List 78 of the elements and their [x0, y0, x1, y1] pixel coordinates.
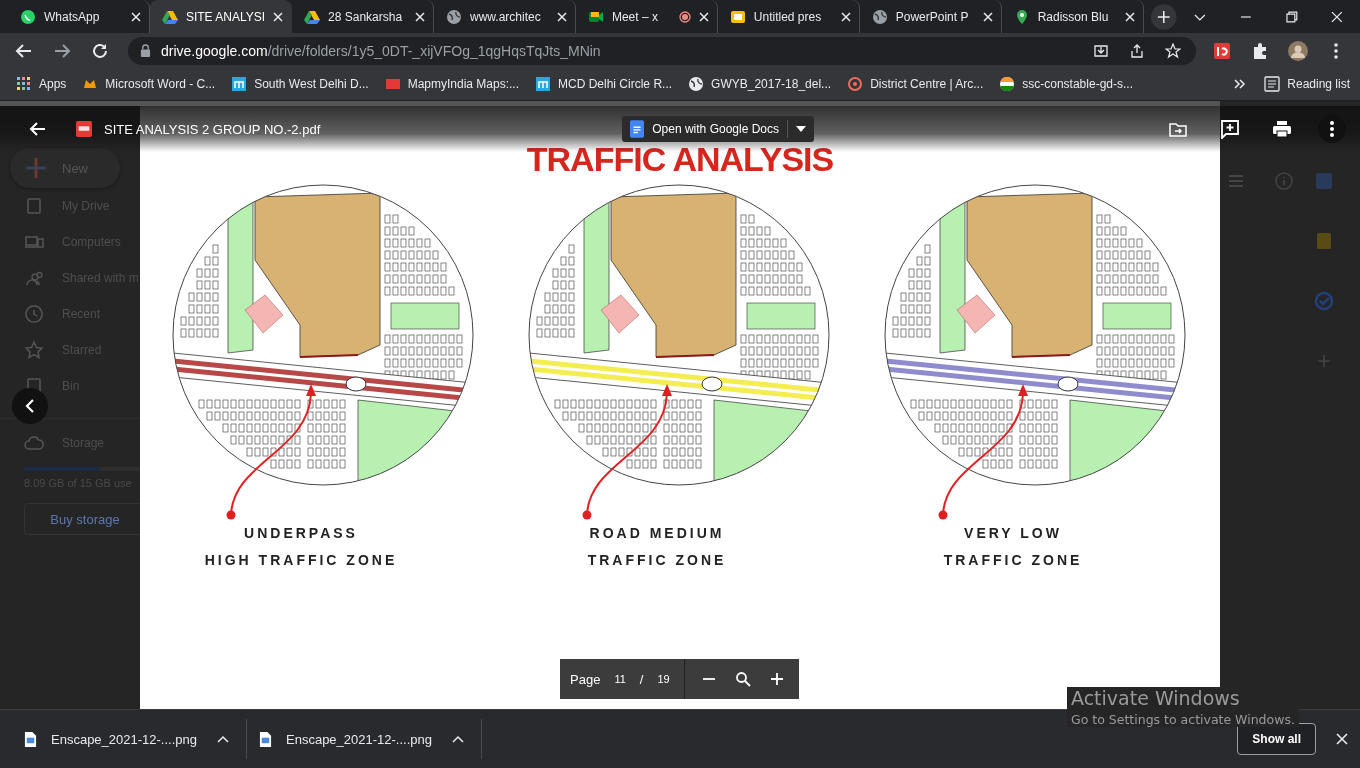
close-tab-icon[interactable] — [415, 11, 425, 22]
avatar-icon[interactable] — [1288, 40, 1308, 61]
file-icon — [259, 730, 272, 748]
file-name: SITE ANALYSIS 2 GROUP NO.-2.pdf — [104, 121, 321, 137]
map-label: ROAD MEDIUM — [589, 525, 725, 541]
apps-grid-icon — [16, 76, 32, 92]
page-total: 19 — [657, 673, 670, 685]
document-icon — [630, 120, 645, 138]
zoom-in-icon[interactable] — [768, 671, 785, 687]
bookmark[interactable]: MapmyIndia Maps:... — [384, 76, 520, 92]
pdf-file-icon — [76, 121, 92, 137]
bookmark[interactable]: Apps — [16, 76, 67, 92]
close-icon[interactable] — [1336, 733, 1348, 745]
map-label: HIGH TRAFFIC ZONE — [204, 552, 398, 568]
page-label: Page — [570, 671, 601, 687]
activation-title: Activate Windows — [1071, 687, 1241, 709]
lock-icon — [140, 44, 151, 57]
restore-icon[interactable] — [1283, 8, 1300, 25]
slide-title: TRAFFIC ANALYSIS — [526, 142, 834, 176]
bookmark[interactable]: ssc-constable-gd-s... — [999, 76, 1133, 92]
address-bar[interactable]: drive.google.com/drive/folders/1y5_0DT-_xijVFOg_1qgHqsTqJts_MNin — [128, 36, 1196, 65]
bookmark[interactable]: District Centre | Arc... — [847, 76, 984, 92]
caret-icon — [796, 126, 806, 132]
new-tab-icon[interactable] — [1149, 2, 1178, 31]
open-with-button[interactable]: Open with Google Docs — [622, 116, 814, 142]
chevron-up-icon[interactable] — [452, 735, 464, 743]
globe-icon — [688, 76, 705, 92]
bookmark[interactable]: MCD Delhi Circle R... — [535, 76, 673, 92]
map-label: VERY LOW — [964, 525, 1062, 541]
triangle-icon — [304, 8, 321, 25]
show-all-button[interactable]: Show all — [1237, 723, 1316, 755]
close-tab-icon[interactable] — [840, 11, 851, 22]
magnifier-icon[interactable] — [734, 671, 751, 687]
map-label: TRAFFIC ZONE — [943, 552, 1083, 568]
slides-icon — [729, 8, 746, 25]
star-icon — [24, 340, 44, 360]
page-number-field[interactable]: 11 — [614, 673, 626, 685]
bookmark[interactable]: Microsoft Word - C... — [82, 76, 216, 92]
reading-list-button[interactable]: Reading list — [1264, 76, 1350, 92]
recording-icon — [678, 10, 691, 23]
close-tab-icon[interactable] — [556, 11, 567, 22]
globe-icon — [446, 8, 462, 25]
close-tab-icon[interactable] — [273, 11, 284, 22]
browser-tab[interactable]: SITE ANALYSI — [149, 0, 293, 33]
star-icon[interactable] — [1165, 42, 1181, 59]
target-icon — [847, 76, 864, 92]
print-icon[interactable] — [1272, 119, 1292, 139]
add-comment-icon[interactable] — [1220, 119, 1240, 139]
plus-icon — [24, 156, 48, 180]
recent-icon — [24, 304, 44, 324]
globe-icon — [871, 8, 888, 25]
map-label: UNDERPASS — [244, 525, 358, 541]
close-tab-icon[interactable] — [698, 11, 709, 22]
download-item[interactable]: Enscape_2021-12-....png — [247, 730, 481, 748]
bookmark[interactable]: South West Delhi D... — [231, 76, 369, 92]
page-separator: / — [639, 671, 644, 687]
m-tile-icon — [231, 76, 248, 92]
share-icon[interactable] — [1129, 42, 1145, 59]
chevron-up-icon[interactable] — [217, 735, 229, 743]
more-options-icon[interactable] — [1318, 115, 1346, 143]
close-tab-icon[interactable] — [982, 11, 993, 22]
extension-icon[interactable] — [1212, 40, 1232, 61]
map-label: TRAFFIC ZONE — [587, 552, 727, 568]
previous-file-icon[interactable] — [12, 388, 48, 424]
download-item[interactable]: Enscape_2021-12-....png — [12, 730, 246, 748]
close-tab-icon[interactable] — [1124, 11, 1135, 22]
m-tile-icon — [535, 76, 552, 92]
chat-bubble-icon — [20, 8, 36, 25]
list-icon — [1264, 76, 1281, 92]
bookmark[interactable]: GWYB_2017-18_del... — [688, 76, 832, 92]
flag-circle-icon — [999, 76, 1016, 92]
check-circle-icon[interactable] — [1314, 291, 1334, 311]
cloud-icon — [24, 433, 44, 453]
install-icon[interactable] — [1093, 42, 1109, 59]
file-icon — [24, 730, 37, 748]
drive-icon — [24, 196, 44, 216]
close-tab-icon[interactable] — [130, 11, 141, 22]
triangle-icon — [161, 8, 178, 25]
